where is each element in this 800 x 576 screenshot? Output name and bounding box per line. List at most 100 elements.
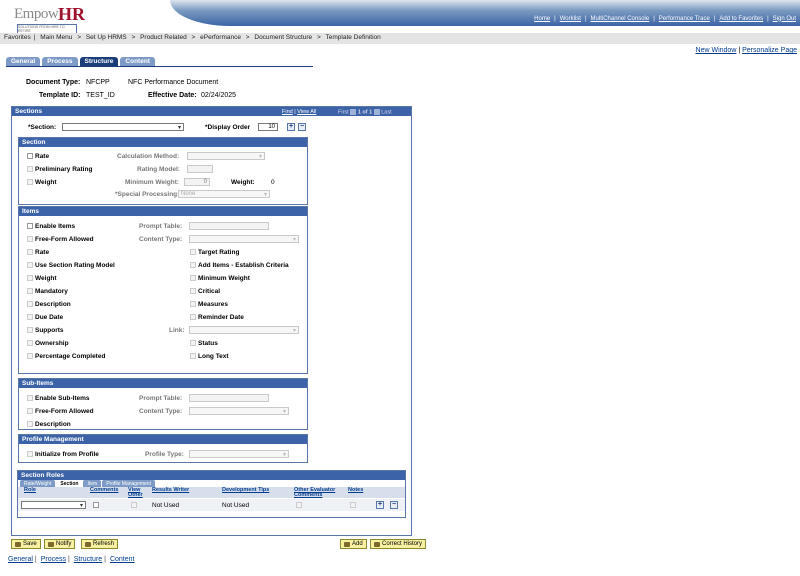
items-prompt-table-label: Prompt Table:	[139, 223, 183, 230]
target-rating-checkbox[interactable]	[190, 249, 196, 256]
link-select[interactable]: ▾	[189, 326, 299, 334]
col-other-evaluator-comments[interactable]: Other Evaluator Comments	[294, 487, 338, 498]
last-link[interactable]: Last	[381, 109, 391, 115]
preliminary-rating-checkbox[interactable]	[27, 166, 33, 173]
roles-tab-profile-management[interactable]: Profile Management	[102, 480, 155, 487]
prev-arrow-icon[interactable]	[350, 109, 357, 115]
init-profile-checkbox[interactable]	[27, 451, 33, 458]
notify-button[interactable]: Notify	[44, 539, 76, 549]
footer-link-content[interactable]: Content	[110, 556, 135, 563]
development-tips-value: Not Used	[222, 502, 250, 509]
percentage-completed-checkbox[interactable]	[27, 353, 33, 360]
comments-checkbox[interactable]	[93, 502, 99, 508]
view-all-link[interactable]: View All	[297, 109, 316, 115]
mandatory-checkbox[interactable]	[27, 288, 33, 295]
performance-trace-link[interactable]: Performance Trace	[659, 16, 710, 22]
roles-tab-rate-weight[interactable]: Rate/Weight	[20, 480, 56, 487]
other-evaluator-checkbox[interactable]	[296, 502, 302, 508]
due-date-checkbox[interactable]	[27, 314, 33, 321]
subitems-panel: Sub-Items Enable Sub-Items Prompt Table:…	[18, 378, 308, 430]
col-comments[interactable]: Comments	[90, 487, 118, 493]
delete-section-button[interactable]: −	[298, 123, 306, 131]
items-content-type-select[interactable]: ▾	[189, 235, 299, 243]
role-select[interactable]: ▾	[21, 501, 86, 509]
subitems-description-checkbox[interactable]	[27, 421, 33, 428]
multichannel-console-link[interactable]: MultiChannel Console	[591, 16, 650, 22]
col-role[interactable]: Role	[24, 487, 36, 493]
profile-type-select[interactable]: ▾	[189, 450, 289, 458]
save-button[interactable]: Save	[11, 539, 41, 549]
enable-items-checkbox[interactable]	[27, 223, 33, 230]
subitems-content-type-select[interactable]: ▾	[189, 407, 289, 415]
add-items-checkbox[interactable]	[190, 262, 196, 269]
sign-out-link[interactable]: Sign Out	[773, 16, 796, 22]
effective-date-value: 02/24/2025	[201, 92, 237, 99]
breadcrumb-eperformance[interactable]: ePerformance	[200, 34, 241, 41]
items-rate-checkbox[interactable]	[27, 249, 33, 256]
subitems-prompt-table-input[interactable]	[189, 394, 269, 402]
next-arrow-icon[interactable]	[373, 109, 380, 115]
use-section-rating-checkbox[interactable]	[27, 262, 33, 269]
add-section-button[interactable]: +	[287, 123, 295, 131]
col-development-tips[interactable]: Development Tips	[222, 487, 269, 493]
personalize-page-link[interactable]: Personalize Page	[742, 47, 797, 54]
add-to-favorites-link[interactable]: Add to Favorites	[719, 16, 763, 22]
delete-role-button[interactable]: −	[390, 501, 398, 509]
breadcrumb-template-definition[interactable]: Template Definition	[326, 34, 381, 41]
ownership-checkbox[interactable]	[27, 340, 33, 347]
special-processing-select[interactable]: None ▾	[178, 190, 270, 198]
roles-tab-item[interactable]: Item	[83, 480, 102, 487]
breadcrumb-product-related[interactable]: Product Related	[140, 34, 187, 41]
measures-checkbox[interactable]	[190, 301, 196, 308]
subitems-free-form-checkbox[interactable]	[27, 408, 33, 415]
correct-history-button[interactable]: Correct History	[370, 539, 427, 549]
items-min-weight-checkbox[interactable]	[190, 275, 196, 282]
min-weight-input[interactable]: 0	[184, 178, 210, 186]
add-button[interactable]: Add	[340, 539, 367, 549]
tab-content[interactable]: Content	[120, 57, 155, 66]
long-text-checkbox[interactable]	[190, 353, 196, 360]
new-window-link[interactable]: New Window	[696, 47, 737, 54]
breadcrumb-main-menu[interactable]: Main Menu	[40, 34, 72, 41]
tab-process[interactable]: Process	[42, 57, 78, 66]
section-select[interactable]: ▾	[62, 123, 184, 131]
home-link[interactable]: Home	[534, 16, 550, 22]
critical-checkbox[interactable]	[190, 288, 196, 295]
refresh-button[interactable]: Refresh	[81, 539, 119, 549]
find-link[interactable]: Find	[282, 109, 293, 115]
critical-label: Critical	[198, 288, 221, 295]
reminder-date-checkbox[interactable]	[190, 314, 196, 321]
breadcrumb-setup-hrms[interactable]: Set Up HRMS	[86, 34, 127, 41]
first-link[interactable]: First	[338, 109, 349, 115]
calc-method-select[interactable]: ▾	[187, 152, 265, 160]
items-rate-label: Rate	[35, 249, 50, 256]
enable-subitems-checkbox[interactable]	[27, 395, 33, 402]
items-prompt-table-input[interactable]	[189, 222, 269, 230]
footer-link-structure[interactable]: Structure	[74, 556, 102, 563]
rating-model-input[interactable]	[187, 165, 213, 173]
supports-checkbox[interactable]	[27, 327, 33, 334]
breadcrumb: Favorites | Main Menu > Set Up HRMS > Pro…	[0, 33, 800, 44]
display-order-input[interactable]: 10	[258, 123, 278, 131]
weight-checkbox[interactable]	[27, 179, 33, 186]
status-checkbox[interactable]	[190, 340, 196, 347]
breadcrumb-favorites[interactable]: Favorites	[4, 34, 31, 41]
breadcrumb-document-structure[interactable]: Document Structure	[254, 34, 312, 41]
tab-structure[interactable]: Structure	[79, 57, 119, 66]
col-results-writer[interactable]: Results Writer	[152, 487, 189, 493]
footer-link-general[interactable]: General	[8, 556, 33, 563]
view-other-checkbox[interactable]	[131, 502, 137, 508]
col-notes[interactable]: Notes	[348, 487, 363, 493]
add-role-button[interactable]: +	[376, 501, 384, 509]
free-form-checkbox[interactable]	[27, 236, 33, 243]
notes-checkbox[interactable]	[350, 502, 356, 508]
tab-general[interactable]: General	[6, 57, 41, 66]
rate-checkbox[interactable]	[27, 153, 33, 160]
items-weight-checkbox[interactable]	[27, 275, 33, 282]
worklist-link[interactable]: Worklist	[560, 16, 581, 22]
roles-tab-section[interactable]: Section	[56, 480, 83, 487]
description-checkbox[interactable]	[27, 301, 33, 308]
col-view-other[interactable]: View Other	[128, 487, 146, 498]
footer-link-process[interactable]: Process	[41, 556, 66, 563]
section-panel-title: Section	[19, 138, 307, 147]
